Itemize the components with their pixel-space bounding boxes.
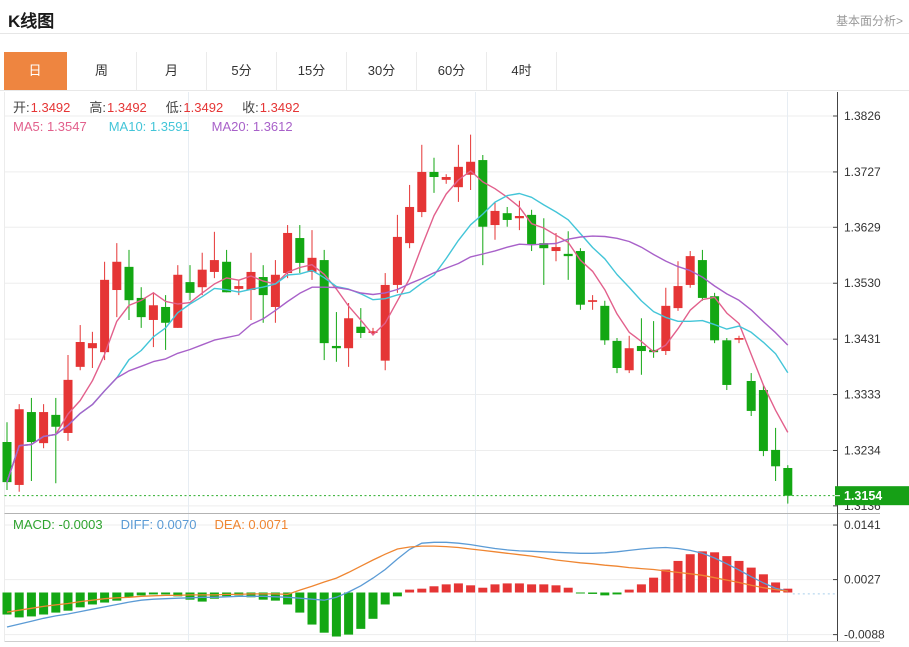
svg-text:1.3826: 1.3826 bbox=[844, 109, 881, 123]
svg-text:1.3431: 1.3431 bbox=[844, 332, 881, 346]
svg-text:-0.0088: -0.0088 bbox=[844, 628, 885, 642]
svg-text:1.3530: 1.3530 bbox=[844, 276, 881, 290]
svg-text:0.0141: 0.0141 bbox=[844, 518, 881, 532]
diff-line bbox=[7, 542, 788, 627]
svg-text:1.3727: 1.3727 bbox=[844, 165, 881, 179]
chart-svg[interactable]: 1.3826 1.3727 1.3629 1.3530 1.3431 1.3333 1.32… bbox=[0, 0, 909, 647]
current-price-label: 1.3154 bbox=[844, 489, 882, 503]
axis-labels: 1.3826 1.3727 1.3629 1.3530 1.3431 1.3333 1.32… bbox=[833, 109, 885, 642]
svg-text:1.3629: 1.3629 bbox=[844, 220, 881, 234]
candles bbox=[3, 135, 793, 504]
svg-text:1.3333: 1.3333 bbox=[844, 388, 881, 402]
macd-histogram bbox=[3, 551, 793, 636]
svg-text:0.0027: 0.0027 bbox=[844, 573, 881, 587]
svg-text:1.3234: 1.3234 bbox=[844, 443, 881, 457]
current-price-badge: 1.3154 bbox=[835, 486, 909, 505]
